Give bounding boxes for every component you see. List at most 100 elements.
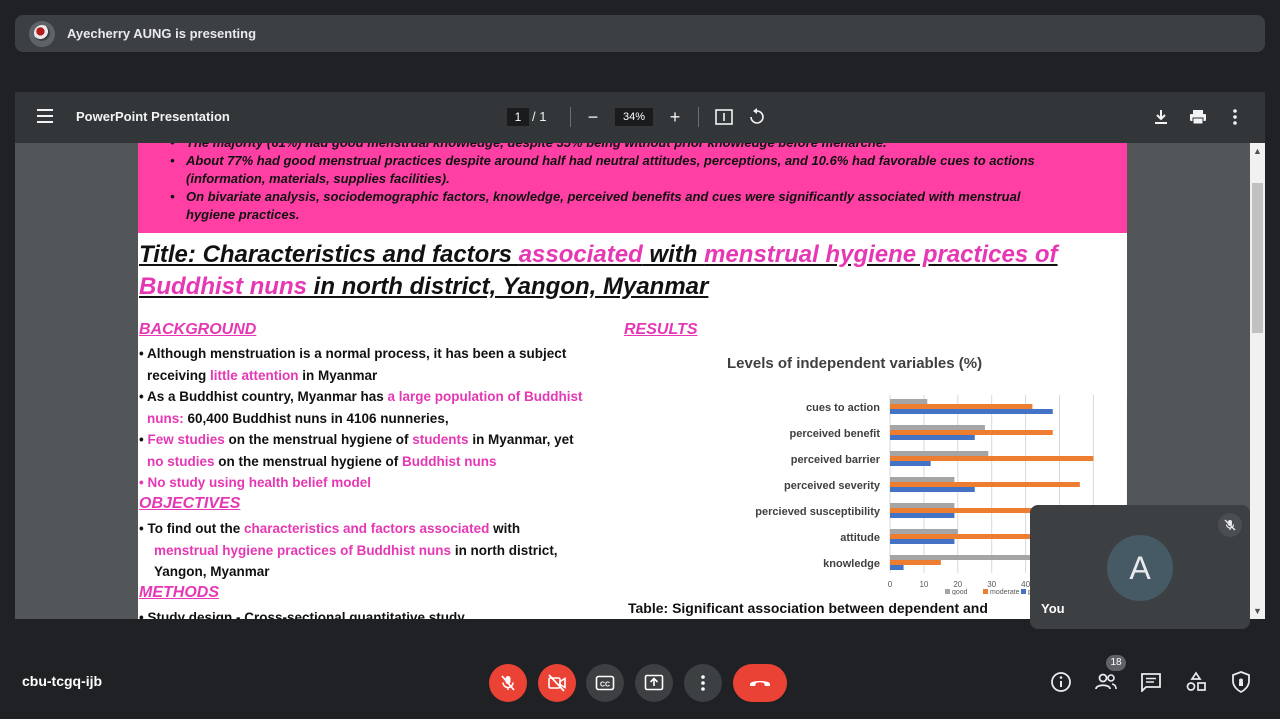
- captions-button[interactable]: CC: [586, 664, 624, 702]
- host-controls-icon[interactable]: [1228, 669, 1254, 695]
- pdf-toolbar: PowerPoint Presentation 1 / 1 − 34% +: [15, 92, 1265, 143]
- rotate-icon[interactable]: [746, 106, 768, 128]
- slide-page: The majority (61%) had good menstrual kn…: [138, 143, 1127, 619]
- document-title: PowerPoint Presentation: [76, 109, 230, 124]
- toolbar-divider: [698, 107, 699, 127]
- more-vert-icon: [701, 675, 705, 691]
- chart-bar: [890, 404, 1033, 409]
- chart-bar: [890, 430, 1053, 435]
- toolbar-divider: [570, 107, 571, 127]
- meeting-controls-bar: cbu-tcgq-ijb CC 18: [0, 640, 1280, 719]
- meeting-details-icon[interactable]: [1048, 669, 1074, 695]
- title-text: in north district, Yangon, Myanmar: [306, 273, 709, 300]
- meeting-code: cbu-tcgq-ijb: [22, 673, 103, 689]
- chart-bar: [890, 482, 1080, 487]
- more-options-icon[interactable]: [1224, 106, 1246, 128]
- chart-bar: [890, 560, 941, 565]
- chart-tick-label: 0: [888, 580, 893, 589]
- slide-title: Title: Characteristics and factors assoc…: [139, 239, 1099, 303]
- list-item: nuns: 60,400 Buddhist nuns in 4106 nunne…: [147, 410, 449, 426]
- chart-category-label: perceived barrier: [791, 454, 881, 466]
- chat-icon[interactable]: [1138, 669, 1164, 695]
- chart-bar: [890, 503, 955, 508]
- chart-legend-swatch: [945, 589, 950, 594]
- menu-icon[interactable]: [37, 109, 53, 123]
- presenter-name: Ayecherry AUNG is presenting: [67, 26, 257, 41]
- chart-legend-swatch: [983, 589, 988, 594]
- list-item: menstrual hygiene practices of Buddhist …: [154, 542, 558, 558]
- title-text-highlight: associated: [518, 241, 643, 268]
- chart-bar: [890, 539, 955, 544]
- objectives-heading: OBJECTIVES: [139, 495, 241, 512]
- summary-bullet: About 77% had good menstrual practices d…: [170, 152, 1066, 188]
- list-item: • Although menstruation is a normal proc…: [139, 346, 567, 361]
- chart-category-label: attitude: [840, 532, 880, 544]
- fit-page-icon[interactable]: [713, 106, 735, 128]
- page-total: / 1: [532, 109, 547, 124]
- mic-off-icon: [501, 675, 515, 691]
- chart-tick-label: 20: [953, 580, 962, 589]
- list-item: • To find out the characteristics and fa…: [139, 521, 521, 536]
- svg-text:CC: CC: [600, 682, 610, 689]
- list-item: • No study using health belief model: [139, 475, 371, 490]
- chart-bar: [890, 451, 989, 456]
- title-text: with: [642, 241, 705, 268]
- camera-toggle-button[interactable]: [538, 664, 576, 702]
- chart-bar: [890, 399, 928, 404]
- closed-captions-icon: CC: [595, 675, 615, 691]
- present-now-button[interactable]: [635, 664, 673, 702]
- chart-category-label: percieved susceptibility: [755, 506, 881, 518]
- activities-icon[interactable]: [1183, 669, 1209, 695]
- zoom-in-button[interactable]: +: [663, 105, 687, 129]
- chart-category-label: perceived benefit: [790, 428, 881, 440]
- methods-heading: METHODS: [139, 584, 219, 601]
- hang-up-icon: [750, 681, 770, 686]
- chart-category-label: knowledge: [823, 558, 880, 570]
- chart-legend-label: good: [952, 589, 968, 595]
- download-icon[interactable]: [1150, 106, 1172, 128]
- self-video-tile[interactable]: A You: [1030, 505, 1250, 629]
- methods-list: • Study design - Cross-sectional quantit…: [139, 610, 465, 619]
- chart-bar: [890, 425, 985, 430]
- chart-bar: [890, 409, 1053, 414]
- camera-off-icon: [548, 674, 566, 692]
- results-heading: RESULTS: [624, 321, 698, 338]
- scroll-up-icon[interactable]: ▲: [1253, 146, 1262, 156]
- list-item: receiving little attention in Myanmar: [147, 367, 378, 383]
- chart-bar: [890, 529, 958, 534]
- print-icon[interactable]: [1187, 106, 1209, 128]
- page-number-input[interactable]: 1: [507, 108, 529, 126]
- chart-category-label: perceived severity: [784, 480, 881, 492]
- table-title: Table: Significant association between d…: [628, 600, 988, 616]
- scroll-down-icon[interactable]: ▼: [1253, 606, 1262, 616]
- list-item: • As a Buddhist country, Myanmar has a l…: [139, 389, 583, 404]
- zoom-out-button[interactable]: −: [581, 105, 605, 129]
- present-screen-icon: [644, 674, 664, 691]
- presenter-avatar: [29, 20, 55, 47]
- presenter-banner: Ayecherry AUNG is presenting: [15, 15, 1265, 52]
- chart-bar: [890, 477, 955, 482]
- chart-bar: [890, 513, 955, 518]
- participants-count-badge: 18: [1106, 655, 1126, 671]
- participant-name: You: [1041, 601, 1065, 616]
- chart-bar: [890, 461, 931, 466]
- chart-legend-label: moderate: [990, 589, 1020, 595]
- scroll-thumb[interactable]: [1252, 183, 1263, 333]
- vertical-scrollbar[interactable]: ▲ ▼: [1250, 143, 1265, 619]
- background-heading: BACKGROUND: [139, 321, 257, 338]
- people-icon[interactable]: [1093, 669, 1119, 695]
- chart-title: Levels of independent variables (%): [727, 355, 983, 372]
- objectives-list: • To find out the characteristics and fa…: [139, 518, 609, 583]
- chart-bar: [890, 456, 1094, 461]
- chart-tick-label: 30: [987, 580, 996, 589]
- summary-box: The majority (61%) had good menstrual kn…: [138, 143, 1127, 233]
- background-list: • Although menstruation is a normal proc…: [139, 343, 609, 494]
- chart-bar: [890, 565, 904, 570]
- list-item: no studies on the menstrual hygiene of B…: [147, 453, 497, 469]
- zoom-level-input[interactable]: 34%: [615, 108, 653, 126]
- mic-toggle-button[interactable]: [489, 664, 527, 702]
- leave-call-button[interactable]: [733, 664, 787, 702]
- more-options-button[interactable]: [684, 664, 722, 702]
- chart-tick-label: 10: [919, 580, 928, 589]
- chart-legend-swatch: [1021, 589, 1026, 594]
